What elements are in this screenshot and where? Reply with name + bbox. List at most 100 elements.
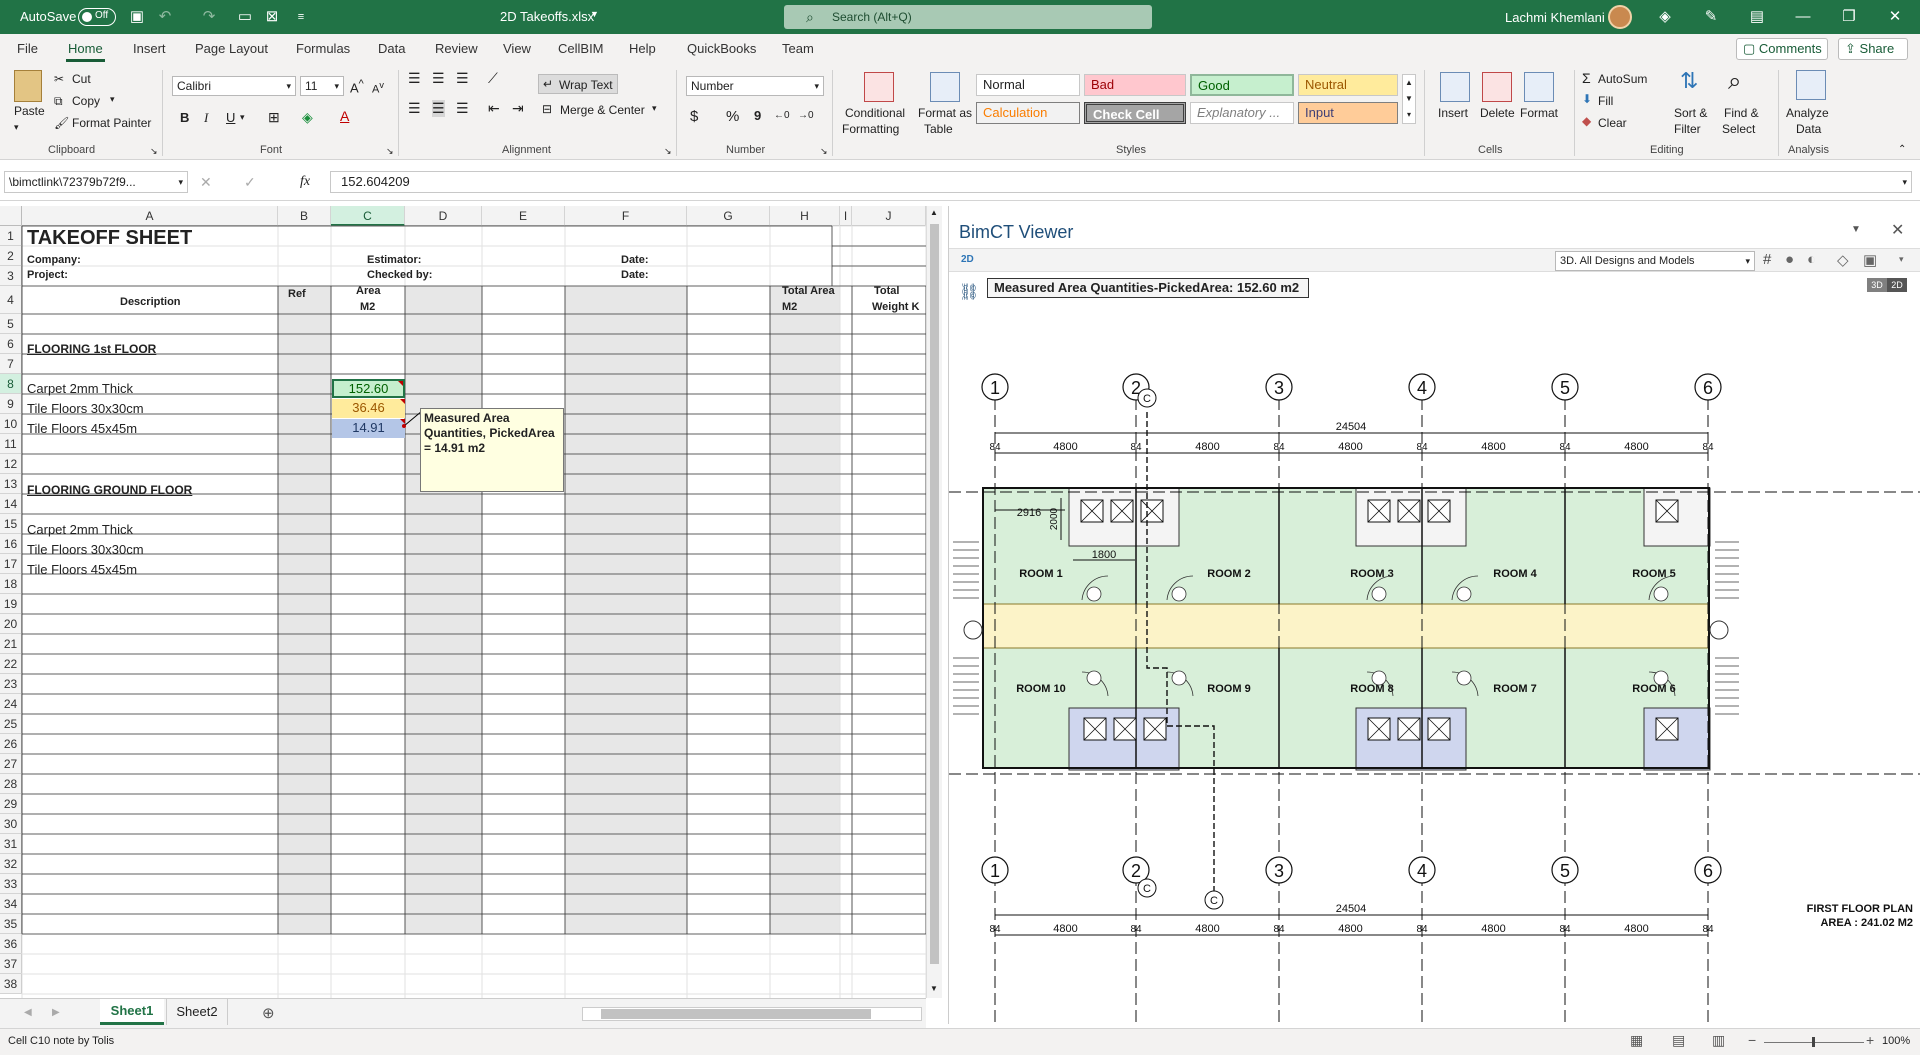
toggle-3d-button[interactable]: 3D [1867,278,1887,292]
copy-button[interactable]: Copy [72,94,100,108]
find-select-label-2[interactable]: Select [1722,122,1755,136]
tab-review[interactable]: Review [435,41,478,56]
chevron-down-icon[interactable]: ▾ [1899,254,1904,265]
tab-help[interactable]: Help [629,41,656,56]
conditional-formatting-icon[interactable] [864,72,894,102]
dialog-launcher-icon[interactable]: ↘ [150,146,158,157]
format-cells-icon[interactable] [1524,72,1554,102]
align-left-icon[interactable]: ☰ [408,100,421,117]
decrease-decimal-icon[interactable]: →0 [798,110,814,121]
name-box[interactable]: \bimctlink\72379b72f9... ▾ [4,171,188,193]
style-bad[interactable]: Bad [1084,74,1186,96]
area-cell-selected[interactable]: 152.60 [332,379,405,398]
style-neutral[interactable]: Neutral [1298,74,1398,96]
header-total-area-unit[interactable]: M2 [782,300,797,314]
copy-icon[interactable]: ⧉ [54,94,63,109]
format-painter-icon[interactable]: 🖌 [54,116,69,130]
style-check-cell[interactable]: Check Cell [1084,102,1186,124]
tab-team[interactable]: Team [782,41,814,56]
checked-by-label[interactable]: Checked by: [367,265,432,285]
copy-chevron-icon[interactable]: ▾ [110,94,115,105]
date-label-2[interactable]: Date: [621,265,649,285]
close-window-icon[interactable]: ✕ [1886,8,1904,26]
currency-button[interactable]: $ [690,108,698,125]
increase-font-icon[interactable]: A^ [350,78,364,95]
cell-comment-note[interactable]: Measured Area Quantities, PickedArea = 1… [420,408,564,492]
styles-gallery-scroll[interactable]: ▲ ▼ ▾ [1402,74,1416,124]
section-first-floor[interactable]: FLOORING 1st FLOOR [27,339,156,359]
style-input[interactable]: Input [1298,102,1398,124]
align-bottom-icon[interactable]: ☰ [456,70,469,87]
style-calculation[interactable]: Calculation [976,102,1080,124]
dialog-launcher-icon[interactable]: ↘ [820,146,828,157]
analyze-data-label[interactable]: Analyze [1786,106,1829,120]
align-center-icon[interactable]: ☰ [432,100,445,117]
tab-quickbooks[interactable]: QuickBooks [687,41,756,56]
orientation-icon[interactable]: ⟋ [488,70,498,87]
bold-button[interactable]: B [180,110,189,125]
delete-cells-button[interactable]: Delete [1480,106,1515,120]
fill-color-icon[interactable]: ◈ [302,109,313,126]
paste-icon[interactable] [14,70,42,102]
autosum-icon[interactable]: Σ [1582,70,1591,86]
borders-icon[interactable]: ⊞ [268,109,280,126]
close-panel-icon[interactable]: ✕ [1891,220,1904,240]
style-good[interactable]: Good [1190,74,1294,96]
tab-file[interactable]: File [17,41,38,56]
cancel-entry-icon[interactable]: ✕ [200,174,212,191]
insert-cells-button[interactable]: Insert [1438,106,1468,120]
format-as-table-label-2[interactable]: Table [924,122,953,136]
sheet-tab-sheet2[interactable]: Sheet2 [166,999,228,1025]
undo-icon[interactable]: ↶ [156,8,174,26]
layers-icon[interactable]: ◐ [1807,251,1816,268]
open-folder-icon[interactable]: ▭ [236,8,254,26]
conditional-formatting-label[interactable]: Conditional [845,106,905,120]
tab-formulas[interactable]: Formulas [296,41,350,56]
pen-icon[interactable]: ✎ [1702,8,1720,26]
comments-button[interactable]: ▢ Comments [1736,38,1828,60]
confirm-entry-icon[interactable]: ✓ [244,174,256,191]
scroll-up-icon[interactable]: ▲ [930,208,938,217]
worksheet-grid[interactable]: ABCDEFGHIJ 1 2 3 4 5 6 7 8 9 10 11 12 13 14 15 16 17 18 19… [0,206,926,998]
analyze-data-icon[interactable] [1796,70,1826,100]
formula-input[interactable]: 152.604209 ▾ [330,171,1912,193]
insert-cells-icon[interactable] [1440,72,1470,102]
view-select[interactable]: 3D. All Designs and Models ▾ [1555,251,1755,271]
item-tile-45-1[interactable]: Tile Floors 45x45m [27,419,137,439]
scroll-thumb[interactable] [930,224,939,964]
project-label[interactable]: Project: [27,265,68,285]
conditional-formatting-label-2[interactable]: Formatting [842,122,899,136]
decrease-indent-icon[interactable]: ⇤ [488,100,500,117]
percent-button[interactable]: % [726,108,739,125]
ribbon-display-icon[interactable]: ▤ [1748,8,1766,26]
zoom-in-icon[interactable]: + [1866,1032,1874,1048]
cube-icon[interactable]: ◇ [1837,251,1849,269]
link-icon[interactable]: ⛓ [959,282,979,302]
item-carpet-1[interactable]: Carpet 2mm Thick [27,379,133,399]
item-tile-30-2[interactable]: Tile Floors 30x30cm [27,540,144,560]
sort-filter-label-2[interactable]: Filter [1674,122,1701,136]
font-size-select[interactable]: 11 ▾ [300,76,344,96]
item-carpet-2[interactable]: Carpet 2mm Thick [27,520,133,540]
header-description[interactable]: Description [120,292,181,312]
header-total-weight[interactable]: Total [874,284,899,298]
header-area[interactable]: Area [356,284,380,298]
restore-icon[interactable]: ❐ [1840,8,1858,26]
format-painter-button[interactable]: Format Painter [72,116,151,130]
autosum-button[interactable]: AutoSum [1598,72,1647,86]
clear-button[interactable]: Clear [1598,116,1627,130]
tab-home[interactable]: Home [66,41,105,62]
align-top-icon[interactable]: ☰ [408,70,421,87]
scroll-down-icon[interactable]: ▼ [930,984,938,993]
customize-qat-icon[interactable]: ≡ [292,8,310,26]
insert-function-button[interactable]: fx [300,174,310,190]
format-cells-button[interactable]: Format [1520,106,1558,120]
item-tile-45-2[interactable]: Tile Floors 45x45m [27,560,137,580]
chevron-down-icon[interactable]: ▼ [590,9,599,19]
dialog-launcher-icon[interactable]: ↘ [664,146,672,157]
cut-button[interactable]: Cut [72,72,91,86]
redo-icon[interactable]: ↷ [200,8,218,26]
dialog-launcher-icon[interactable]: ↘ [386,146,394,157]
underline-chevron-icon[interactable]: ▾ [240,112,245,123]
cut-icon[interactable]: ✂ [54,72,64,86]
